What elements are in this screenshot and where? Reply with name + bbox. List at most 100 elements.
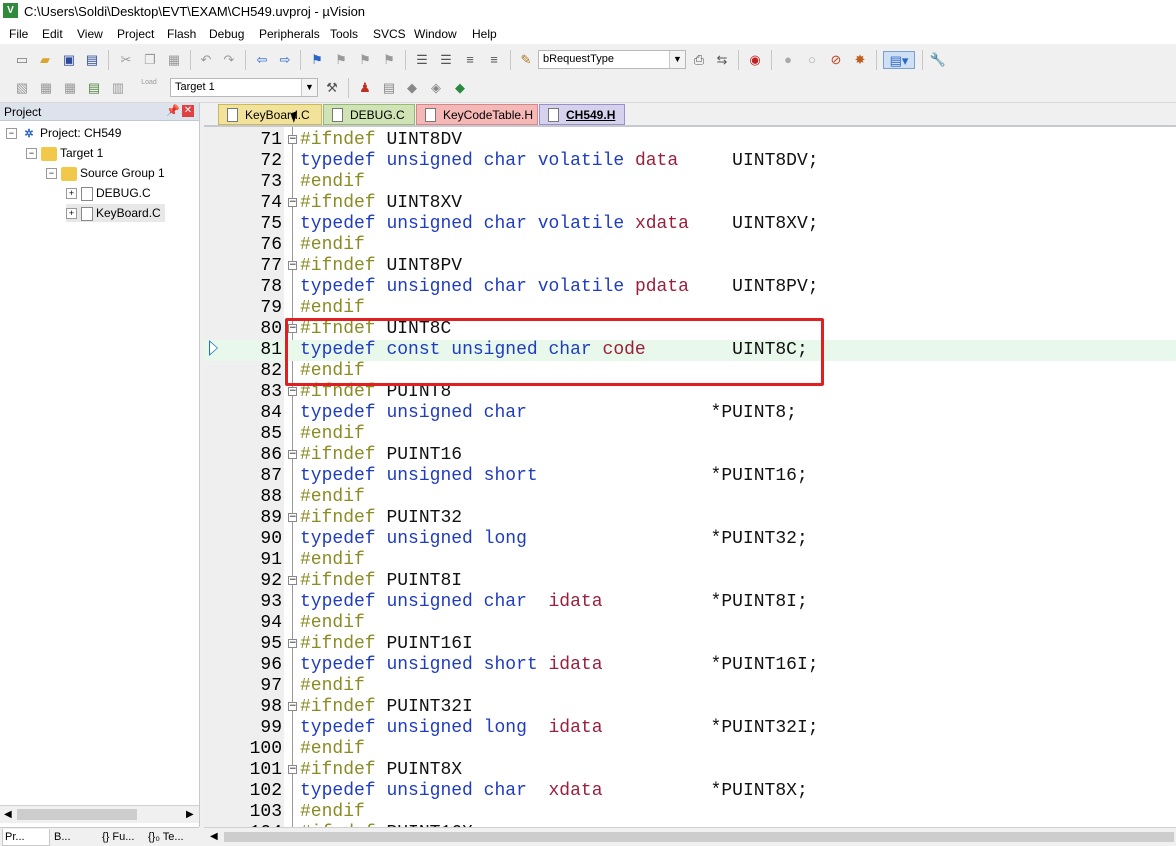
scroll-left-icon[interactable]: ◀ <box>4 809 12 820</box>
fold-collapse-icon[interactable]: − <box>288 702 297 711</box>
code-line[interactable]: 86− #ifndef PUINT16 <box>204 445 1176 466</box>
collapse-icon[interactable]: − <box>26 148 37 160</box>
fold-collapse-icon[interactable]: − <box>288 387 297 396</box>
code-line[interactable]: 96 typedef unsigned short idata *PUINT16I… <box>204 655 1176 676</box>
build-icon[interactable]: ▦ <box>37 79 55 97</box>
editor-horizontal-scrollbar[interactable]: ◀ <box>204 827 1176 846</box>
nav-forward-icon[interactable]: ⇨ <box>276 51 294 69</box>
copy-icon[interactable]: ❐ <box>141 51 159 69</box>
code-line[interactable]: 97 #endif <box>204 676 1176 697</box>
tree-item-source-group[interactable]: − Source Group 1 <box>46 164 165 182</box>
paste-icon[interactable]: ▦ <box>165 51 183 69</box>
close-icon[interactable]: ✕ <box>182 105 194 117</box>
fold-collapse-icon[interactable]: − <box>288 135 297 144</box>
nav-back-icon[interactable]: ⇦ <box>253 51 271 69</box>
menu-window[interactable]: Window <box>414 27 457 41</box>
window-layout-icon[interactable]: ▤▾ <box>883 51 915 69</box>
tab-functions[interactable]: {} Fu... <box>100 829 144 845</box>
code-line[interactable]: 76 #endif <box>204 235 1176 256</box>
code-line[interactable]: 100 #endif <box>204 739 1176 760</box>
save-all-icon[interactable]: ▤ <box>83 51 101 69</box>
fold-collapse-icon[interactable]: − <box>288 765 297 774</box>
fold-collapse-icon[interactable]: − <box>288 198 297 207</box>
menu-file[interactable]: File <box>9 27 28 41</box>
clear-bookmarks-icon[interactable]: ⚑ <box>380 51 398 69</box>
fold-collapse-icon[interactable]: − <box>288 576 297 585</box>
target-combobox[interactable]: Target 1 ▼ <box>170 78 318 97</box>
disable-all-breakpoints-icon[interactable]: ✸ <box>851 51 869 69</box>
code-line[interactable]: 99 typedef unsigned long idata *PUINT32I; <box>204 718 1176 739</box>
tab-books[interactable]: B... <box>52 829 96 845</box>
menu-peripherals[interactable]: Peripherals <box>259 27 320 41</box>
tab-templates[interactable]: {}₀ Te... <box>146 829 198 845</box>
select-packs-icon[interactable]: ◆ <box>403 79 421 97</box>
code-line[interactable]: 84 typedef unsigned char *PUINT8; <box>204 403 1176 424</box>
fold-collapse-icon[interactable]: − <box>288 639 297 648</box>
collapse-icon[interactable]: − <box>6 128 17 140</box>
new-file-icon[interactable]: ▭ <box>13 51 31 69</box>
code-line[interactable]: 88 #endif <box>204 487 1176 508</box>
code-line[interactable]: 72 typedef unsigned char volatile data UI… <box>204 151 1176 172</box>
tree-item-target[interactable]: − Target 1 <box>26 144 103 162</box>
tab-project[interactable]: Pr... <box>2 829 50 846</box>
breakpoint-icon[interactable]: ● <box>779 51 797 69</box>
chevron-down-icon[interactable]: ▼ <box>669 51 685 68</box>
tab-keyboard-c[interactable]: KeyBoard.C <box>218 104 322 125</box>
expand-icon[interactable]: + <box>66 208 77 220</box>
tab-ch549-h[interactable]: CH549.H <box>539 104 625 125</box>
menu-svcs[interactable]: SVCS <box>373 27 406 41</box>
code-line[interactable]: 75 typedef unsigned char volatile xdata U… <box>204 214 1176 235</box>
pack-installer-icon[interactable]: ◈ <box>427 79 445 97</box>
save-icon[interactable]: ▣ <box>60 51 78 69</box>
code-line[interactable]: 92− #ifndef PUINT8I <box>204 571 1176 592</box>
cut-icon[interactable]: ✂ <box>117 51 135 69</box>
file-extensions-icon[interactable]: ♟ <box>356 79 374 97</box>
undo-icon[interactable]: ↶ <box>197 51 215 69</box>
pin-icon[interactable]: 📌 <box>166 104 180 117</box>
rte-icon[interactable]: ◆ <box>451 79 469 97</box>
rebuild-icon[interactable]: ▦ <box>61 79 79 97</box>
configure-icon[interactable]: 🔧 <box>929 51 947 69</box>
expand-icon[interactable]: + <box>66 188 77 200</box>
tab-keycodetable-h[interactable]: KeyCodeTable.H <box>416 104 538 125</box>
download-load-icon[interactable]: Load <box>140 79 158 97</box>
collapse-icon[interactable]: − <box>46 168 57 180</box>
code-line[interactable]: 90 typedef unsigned long *PUINT32; <box>204 529 1176 550</box>
menu-tools[interactable]: Tools <box>330 27 358 41</box>
fold-collapse-icon[interactable]: − <box>288 261 297 270</box>
menu-project[interactable]: Project <box>117 27 154 41</box>
stop-build-icon[interactable]: ▥ <box>109 79 127 97</box>
open-folder-icon[interactable]: ▰ <box>36 51 54 69</box>
code-line[interactable]: 91 #endif <box>204 550 1176 571</box>
tree-item-project[interactable]: − ✲ Project: CH549 <box>6 124 121 142</box>
kill-breakpoints-icon[interactable]: ⊘ <box>827 51 845 69</box>
debug-session-icon[interactable]: ◉ <box>746 51 764 69</box>
code-line[interactable]: 71− #ifndef UINT8DV <box>204 130 1176 151</box>
menu-help[interactable]: Help <box>472 27 497 41</box>
code-line[interactable]: 78 typedef unsigned char volatile pdata U… <box>204 277 1176 298</box>
menu-view[interactable]: View <box>77 27 103 41</box>
find-combobox[interactable]: bRequestType ▼ <box>538 50 686 69</box>
code-line[interactable]: 89− #ifndef PUINT32 <box>204 508 1176 529</box>
unindent-icon[interactable]: ☰ <box>437 51 455 69</box>
scroll-left-icon[interactable]: ◀ <box>210 831 218 842</box>
code-line[interactable]: 93 typedef unsigned char idata *PUINT8I; <box>204 592 1176 613</box>
fold-collapse-icon[interactable]: − <box>288 513 297 522</box>
tab-debug-c[interactable]: DEBUG.C <box>323 104 415 125</box>
next-bookmark-icon[interactable]: ⚑ <box>356 51 374 69</box>
code-line[interactable]: 74− #ifndef UINT8XV <box>204 193 1176 214</box>
code-line[interactable]: 102 typedef unsigned char xdata *PUINT8X; <box>204 781 1176 802</box>
code-line[interactable]: 79 #endif <box>204 298 1176 319</box>
target-options-icon[interactable]: ⚒ <box>323 79 341 97</box>
tree-item-keyboard-c[interactable]: + KeyBoard.C <box>66 204 165 222</box>
code-line[interactable]: 87 typedef unsigned short *PUINT16; <box>204 466 1176 487</box>
code-editor[interactable]: 71− #ifndef UINT8DV 72 typedef unsigned cha… <box>204 127 1176 827</box>
prev-bookmark-icon[interactable]: ⚑ <box>332 51 350 69</box>
fold-collapse-icon[interactable]: − <box>288 450 297 459</box>
chevron-down-icon[interactable]: ▼ <box>301 79 317 96</box>
replace-icon[interactable]: ⇆ <box>713 51 731 69</box>
code-line[interactable]: 94 #endif <box>204 613 1176 634</box>
bookmark-icon[interactable]: ⚑ <box>308 51 326 69</box>
menu-flash[interactable]: Flash <box>167 27 196 41</box>
menu-edit[interactable]: Edit <box>42 27 63 41</box>
